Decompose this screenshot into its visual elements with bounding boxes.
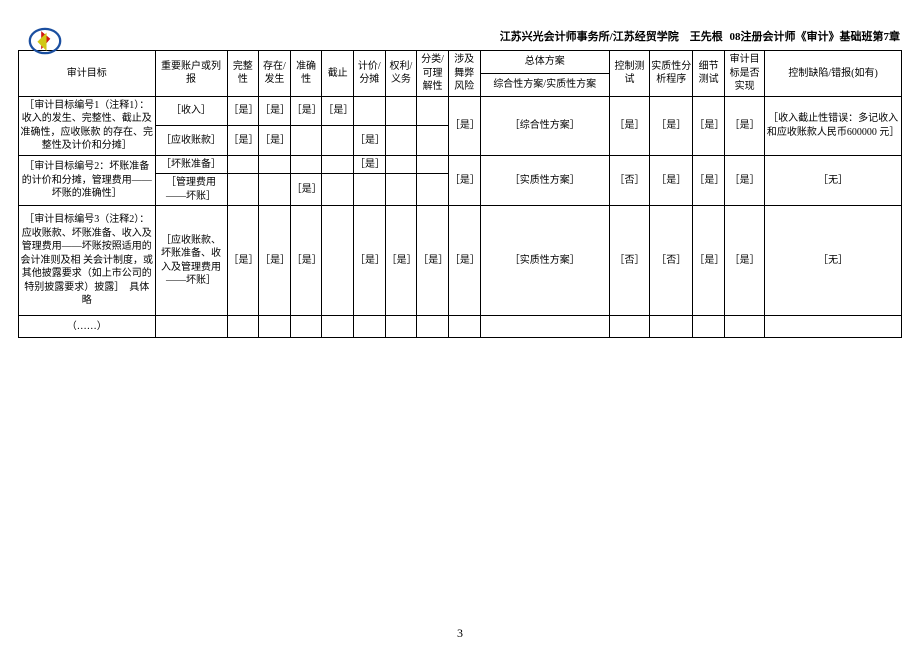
cell-obj: ［审计目标编号1（注释1）：收入的发生、完整性、截止及准确性，应收账款 的存在、…: [19, 96, 156, 155]
cell-acc: ［应收账款］: [155, 126, 227, 156]
th-achieved: 审计目标是否实现: [724, 51, 764, 97]
th-accuracy: 准确性: [290, 51, 322, 97]
cell-obj: ［审计目标编号3（注释2）：应收账款、坏账准备、收入及管理费用——坏账按照适用的…: [19, 206, 156, 316]
cell: ［是］: [227, 126, 259, 156]
cell: [290, 155, 322, 174]
table-row: ［审计目标编号1（注释1）：收入的发生、完整性、截止及准确性，应收账款 的存在、…: [19, 96, 902, 126]
table-row: ［审计目标编号3（注释2）：应收账款、坏账准备、收入及管理费用——坏账按照适用的…: [19, 206, 902, 316]
cell-sub: ［是］: [650, 96, 693, 155]
cell-fraud: ［是］: [448, 96, 480, 155]
th-account: 重要账户或列报: [155, 51, 227, 97]
cell: [259, 174, 291, 206]
cell-dots: （……）: [19, 316, 156, 338]
th-cutoff: 截止: [322, 51, 354, 97]
cell: [259, 155, 291, 174]
cell: [385, 174, 417, 206]
cell: [385, 155, 417, 174]
cell: ［是］: [354, 206, 386, 316]
th-ctrl-test: 控制测试: [609, 51, 649, 97]
th-classification: 分类/可理解性: [417, 51, 449, 97]
cell: ［是］: [322, 96, 354, 126]
cell-obj: ［审计目标编号2：坏账准备的计价和分摊，管理费用——坏账的准确性］: [19, 155, 156, 206]
table-body: ［审计目标编号1（注释1）：收入的发生、完整性、截止及准确性，应收账款 的存在、…: [19, 96, 902, 338]
th-substantive: 实质性分析程序: [650, 51, 693, 97]
cell-def: ［无］: [765, 206, 902, 316]
cell-acc: ［应收账款、坏账准备、收入及管理费用——坏账］: [155, 206, 227, 316]
cell: [417, 126, 449, 156]
cell: ［是］: [227, 206, 259, 316]
cell-sub: ［否］: [650, 206, 693, 316]
cell-ach: ［是］: [724, 155, 764, 206]
cell: [227, 155, 259, 174]
cell: [227, 174, 259, 206]
th-completeness: 完整性: [227, 51, 259, 97]
cell-def: ［无］: [765, 155, 902, 206]
cell-def: ［收入截止性错误：多记收入和应收账款人民币600000 元］: [765, 96, 902, 155]
cell: [354, 174, 386, 206]
audit-table: 审计目标 重要账户或列报 完整性 存在/发生 准确性 截止 计价/分摊 权利/义…: [18, 50, 902, 338]
cell-ctrl: ［否］: [609, 155, 649, 206]
th-plan-desc: 综合性方案/实质性方案: [480, 73, 609, 96]
cell-ach: ［是］: [724, 206, 764, 316]
table-row: （……）: [19, 316, 902, 338]
cell: [417, 96, 449, 126]
cell-plan: ［实质性方案］: [480, 206, 609, 316]
cell-ach: ［是］: [724, 96, 764, 155]
cell: ［是］: [259, 96, 291, 126]
th-rights: 权利/义务: [385, 51, 417, 97]
cell-acc: ［坏账准备］: [155, 155, 227, 174]
cell: ［是］: [259, 126, 291, 156]
table-row: ［审计目标编号2：坏账准备的计价和分摊，管理费用——坏账的准确性］ ［坏账准备］…: [19, 155, 902, 174]
cell-sub: ［是］: [650, 155, 693, 206]
page-number: 3: [457, 626, 463, 641]
header-text: 江苏兴光会计师事务所/江苏经贸学院 王先根 08注册会计师《审计》基础班第7章: [500, 28, 900, 44]
cell: [290, 126, 322, 156]
cell: ［是］: [227, 96, 259, 126]
cell-det: ［是］: [693, 96, 725, 155]
cell: ［是］: [259, 206, 291, 316]
cell-plan: ［实质性方案］: [480, 155, 609, 206]
cell: [322, 206, 354, 316]
cell: [417, 155, 449, 174]
cell-acc: ［收入］: [155, 96, 227, 126]
cell: ［是］: [290, 206, 322, 316]
cell: ［是］: [354, 126, 386, 156]
cell-acc: ［管理费用——坏账］: [155, 174, 227, 206]
cell: [322, 155, 354, 174]
logo-icon: [24, 22, 66, 60]
cell: [385, 126, 417, 156]
cell: [354, 96, 386, 126]
th-defect: 控制缺陷/错报(如有): [765, 51, 902, 97]
th-detail: 细节测试: [693, 51, 725, 97]
th-existence: 存在/发生: [259, 51, 291, 97]
cell: [417, 174, 449, 206]
cell: ［是］: [417, 206, 449, 316]
cell: ［是］: [290, 174, 322, 206]
cell: [385, 96, 417, 126]
cell-plan: ［综合性方案］: [480, 96, 609, 155]
cell-det: ［是］: [693, 155, 725, 206]
cell: ［是］: [290, 96, 322, 126]
cell: ［是］: [354, 155, 386, 174]
cell-ctrl: ［否］: [609, 206, 649, 316]
th-valuation: 计价/分摊: [354, 51, 386, 97]
cell-fraud: ［是］: [448, 155, 480, 206]
cell-ctrl: ［是］: [609, 96, 649, 155]
cell-det: ［是］: [693, 206, 725, 316]
cell: [322, 126, 354, 156]
th-fraud: 涉及舞弊风险: [448, 51, 480, 97]
cell: [322, 174, 354, 206]
th-overall-plan: 总体方案: [480, 51, 609, 74]
cell: ［是］: [385, 206, 417, 316]
cell-fraud: ［是］: [448, 206, 480, 316]
table-header: 审计目标 重要账户或列报 完整性 存在/发生 准确性 截止 计价/分摊 权利/义…: [19, 51, 902, 97]
